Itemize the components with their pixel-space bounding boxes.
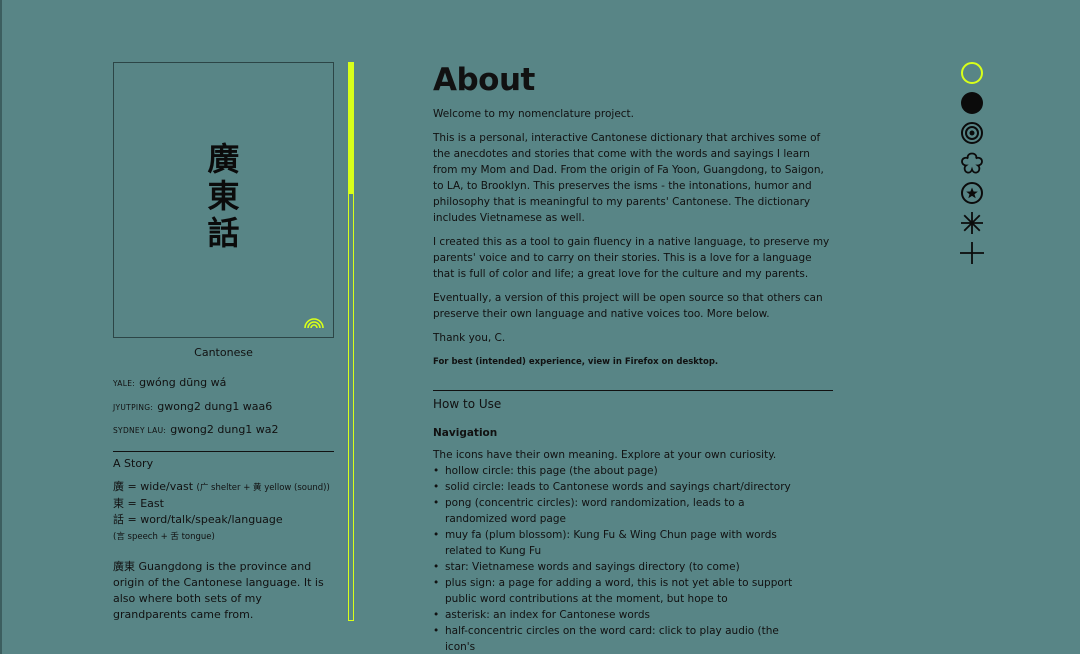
pronunciation-value: gwóng dūng wá	[139, 376, 227, 389]
paragraph: Eventually, a version of this project wi…	[433, 292, 823, 320]
hollow-circle-icon[interactable]	[959, 62, 985, 88]
pronunciation-jyutping: JYUTPING: gwong2 dung1 waa6	[113, 400, 272, 413]
story-heading: A Story	[113, 457, 154, 470]
about-content: About Welcome to my nomenclature project…	[433, 60, 833, 654]
pronunciation-yale: YALE: gwóng dūng wá	[113, 376, 226, 389]
plum-blossom-icon[interactable]	[959, 152, 985, 178]
asterisk-icon[interactable]	[959, 212, 985, 238]
browser-note: For best (intended) experience, view in …	[433, 357, 719, 367]
list-item: muy fa (plum blossom): Kung Fu & Wing Ch…	[433, 527, 803, 559]
pronunciation-sydney-lau: SYDNEY LAU: gwong2 dung1 wa2	[113, 423, 279, 436]
list-item: star: Vietnamese words and sayings direc…	[433, 559, 803, 575]
icon-legend-list: hollow circle: this page (the about page…	[433, 463, 833, 654]
etymology-line: (言 speech + 舌 tongue)	[113, 532, 215, 542]
pronunciation-value: gwong2 dung1 wa2	[170, 423, 279, 436]
etymology-line: 話 = word/talk/speak/language	[113, 513, 283, 526]
list-item: pong (concentric circles): word randomiz…	[433, 495, 803, 527]
hanzi-char: 東	[207, 177, 240, 215]
pronunciation-label: JYUTPING:	[113, 403, 154, 412]
concentric-circles-icon[interactable]	[959, 122, 985, 148]
pronunciation-value: gwong2 dung1 waa6	[157, 400, 273, 413]
paragraph: Thank you, C.	[433, 332, 506, 344]
list-item: half-concentric circles on the word card…	[433, 623, 803, 654]
hanzi-char: 話	[207, 214, 240, 252]
play-audio-icon[interactable]	[303, 316, 325, 328]
hanzi-char: 廣	[207, 140, 240, 178]
section-heading: How to Use	[433, 397, 502, 411]
list-item: asterisk: an index for Cantonese words	[433, 607, 803, 623]
divider	[433, 390, 833, 391]
list-item: hollow circle: this page (the about page…	[433, 463, 803, 479]
pronunciation-label: SYDNEY LAU:	[113, 426, 167, 435]
story-etymology: 廣 = wide/vast (广 shelter + 黄 yellow (sou…	[113, 479, 330, 545]
plus-icon[interactable]	[959, 242, 985, 268]
solid-circle-icon[interactable]	[959, 92, 985, 118]
paragraph: Welcome to my nomenclature project.	[433, 108, 635, 120]
word-caption: Cantonese	[194, 346, 253, 359]
etymology-line: 廣 = wide/vast (广 shelter + 黄 yellow (sou…	[113, 480, 330, 493]
story-paragraph: 廣東 Guangdong is the province and origin …	[113, 560, 324, 621]
navigation-intro: The icons have their own meaning. Explor…	[433, 449, 777, 461]
word-card: 廣 東 話	[113, 62, 334, 338]
word-hanzi: 廣 東 話	[114, 141, 333, 252]
etymology-line: 東 = East	[113, 497, 164, 510]
star-circle-icon[interactable]	[959, 182, 985, 208]
list-item: plus sign: a page for adding a word, thi…	[433, 575, 803, 607]
paragraph: I created this as a tool to gain fluency…	[433, 236, 830, 280]
icon-navigation	[959, 62, 985, 272]
page-title: About	[433, 62, 535, 98]
paragraph: This is a personal, interactive Cantones…	[433, 132, 824, 224]
list-item: solid circle: leads to Cantonese words a…	[433, 479, 803, 495]
scroll-progress-track[interactable]	[348, 62, 354, 621]
scroll-progress-fill[interactable]	[348, 62, 354, 194]
divider	[113, 451, 334, 452]
pronunciation-label: YALE:	[113, 379, 136, 388]
subsection-heading: Navigation	[433, 427, 498, 439]
